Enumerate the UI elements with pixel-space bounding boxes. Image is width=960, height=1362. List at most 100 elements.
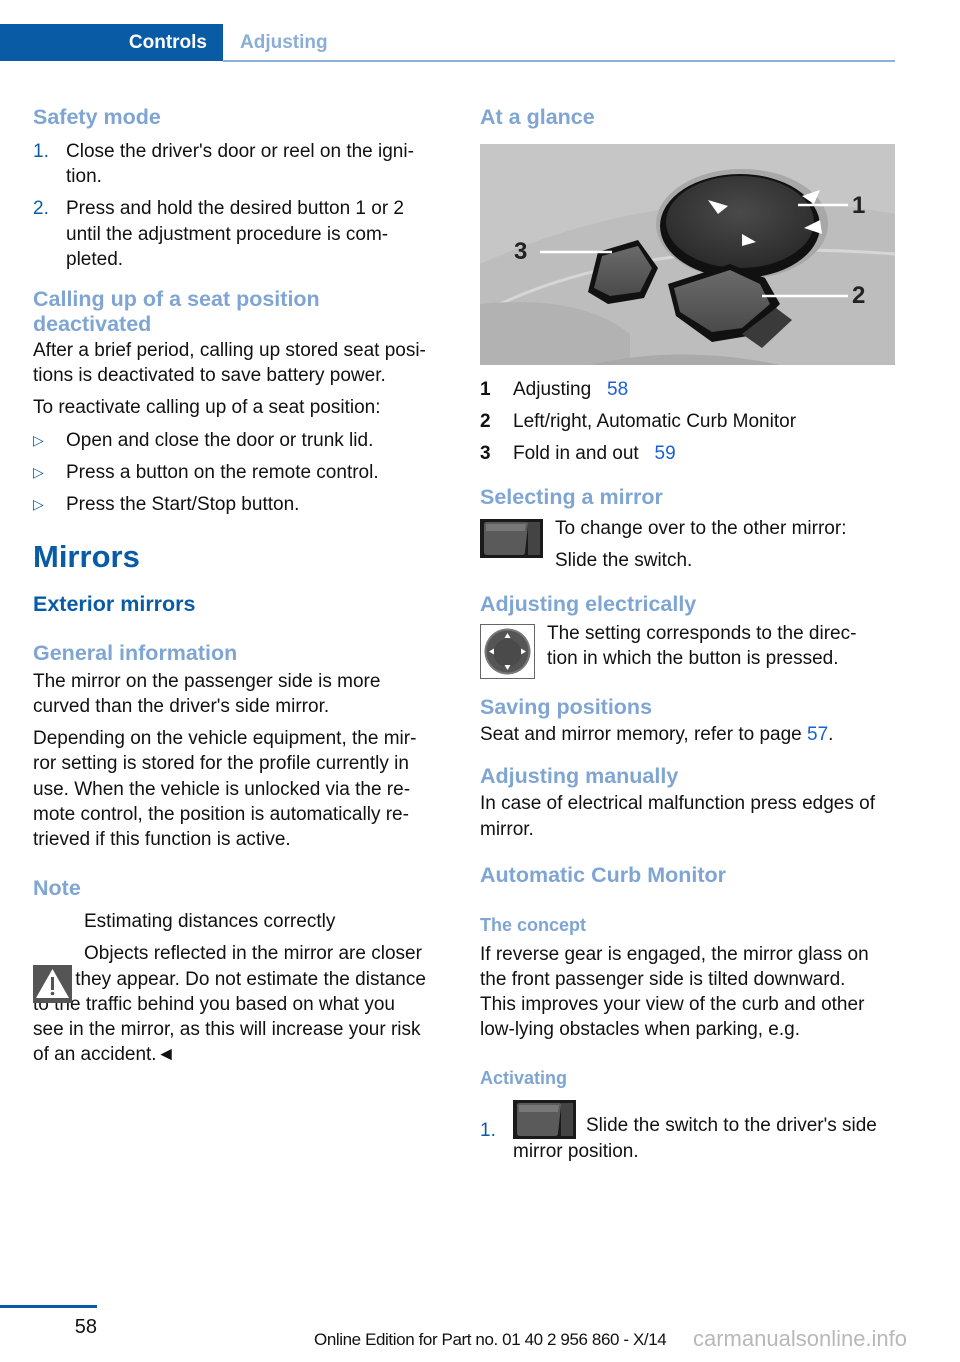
warning-title: Estimating distances correctly [84, 911, 336, 933]
right-column: At a glance 1 2 3 1 Adjusting 58 2 Left/… [480, 100, 895, 1164]
page-link[interactable]: 57 [807, 724, 828, 745]
text-line: ror setting is stored for the profile cu… [33, 753, 409, 775]
heading-the-concept: The concept [480, 914, 587, 935]
heading-selecting-mirror: Selecting a mirror [480, 485, 663, 510]
warning-heading: Estimating distances correctly Objects r… [33, 909, 448, 966]
text-line: This improves your view of the curb and … [480, 994, 865, 1016]
step-first-line: Slide the switch to the driver's side [513, 1099, 895, 1139]
text-line: The mirror on the passenger side is more [33, 670, 381, 692]
text-line: mote control, the position is automatica… [33, 803, 409, 825]
bullet-text: Press the Start/Stop button. [66, 493, 300, 515]
safety-steps: 1. Close the driver's door or reel on th… [33, 139, 448, 272]
text-line: Objects reflected in the mirror are clos… [84, 943, 422, 965]
paragraph: After a brief period, calling up stored … [33, 338, 448, 388]
step-text: tion. [66, 166, 102, 188]
legend-number: 2 [480, 411, 491, 432]
text-line: than they appear. Do not estimate the di… [33, 968, 426, 990]
warning-triangle-icon [33, 965, 72, 1003]
text-line: of an accident.◄ [33, 1044, 176, 1066]
callout-2: 2 [852, 282, 866, 309]
text-line: tions is deactivated to save battery pow… [33, 365, 386, 387]
text-line: the front passenger side is tilted downw… [480, 969, 846, 991]
triangle-bullet-icon: ▷ [33, 495, 44, 512]
page-link[interactable]: 58 [607, 379, 628, 400]
legend-row: 3 Fold in and out 59 [480, 441, 895, 466]
electrically-block: The setting corresponds to the direc- ti… [480, 621, 895, 681]
text-line: To change over to the other mirror: [555, 518, 847, 540]
text-line: In case of electrical malfunction press … [480, 793, 875, 815]
text-line: After a brief period, calling up stored … [33, 340, 426, 362]
heading-exterior-mirrors: Exterior mirrors [33, 591, 196, 616]
footer-rule [0, 1305, 97, 1308]
list-item: 2. Press and hold the desired button 1 o… [33, 196, 448, 272]
text-line: to the traffic behind you based on what … [33, 993, 395, 1015]
paragraph: If reverse gear is engaged, the mirror g… [480, 942, 895, 1043]
activating-step: 1. Slide the switch to the driver's side… [480, 1099, 895, 1164]
heading-mirrors: Mirrors [33, 538, 140, 574]
callout-1: 1 [852, 192, 866, 219]
step-number: 2. [33, 198, 49, 220]
step-text: pleted. [66, 248, 124, 270]
text-line: mirror. [480, 818, 534, 840]
step-text: Close the driver's door or reel on the i… [66, 141, 414, 162]
heading-note: Note [33, 876, 81, 901]
legend-number: 1 [480, 379, 491, 400]
text-line: trieved if this function is active. [33, 829, 291, 851]
heading-adjusting-manually: Adjusting manually [480, 764, 679, 789]
step-text: until the adjustment procedure is com- [66, 223, 389, 245]
left-column: Safety mode 1. Close the driver's door o… [33, 100, 448, 1067]
bullet-text: Press a button on the remote control. [66, 461, 379, 483]
legend-text: Fold in and out [513, 443, 639, 464]
paragraph: The mirror on the passenger side is more… [33, 669, 448, 719]
tab-controls[interactable]: Controls [0, 24, 207, 61]
step-number: 1. [33, 141, 49, 162]
heading-activating: Activating [480, 1067, 568, 1088]
heading-line: Calling up of a seat position [33, 287, 320, 312]
list-item: ▷ Press a button on the remote control. [33, 460, 448, 485]
selecting-block: To change over to the other mirror: Slid… [480, 516, 895, 576]
heading-at-a-glance: At a glance [480, 105, 595, 129]
list-item: ▷ Press the Start/Stop button. [33, 492, 448, 517]
list-item: 1. Close the driver's door or reel on th… [33, 139, 448, 189]
legend-number: 3 [480, 443, 491, 464]
triangle-bullet-icon: ▷ [33, 431, 44, 448]
heading-automatic-curb-monitor: Automatic Curb Monitor [480, 862, 727, 887]
heading-safety-mode: Safety mode [33, 105, 161, 129]
mirror-switch-icon [513, 1099, 576, 1139]
step-text: Press and hold the desired button 1 or 2 [66, 198, 405, 220]
paragraph: In case of electrical malfunction press … [480, 791, 895, 841]
text-line: use. When the vehicle is unlocked via th… [33, 778, 411, 800]
text-line: The setting corresponds to the direc- [547, 623, 857, 645]
list-item: ▷ Open and close the door or trunk lid. [33, 428, 448, 453]
paragraph: To reactivate calling up of a seat posit… [33, 397, 381, 419]
mirror-controls-diagram: 1 2 3 [480, 144, 895, 365]
text-line: see in the mirror, as this will increase… [33, 1019, 421, 1041]
page-link[interactable]: 59 [655, 443, 676, 464]
step-text: Slide the switch to the driver's side [586, 1115, 877, 1137]
heading-adjusting-electrically: Adjusting electrically [480, 592, 697, 617]
heading-saving-positions: Saving positions [480, 695, 653, 720]
legend-row: 1 Adjusting 58 [480, 377, 895, 402]
heading-deactivated: Calling up of a seat position deactivate… [33, 287, 448, 337]
text-line: If reverse gear is engaged, the mirror g… [480, 943, 869, 965]
heading-line: deactivated [33, 312, 152, 337]
warning-text: than they appear. Do not estimate the di… [33, 967, 448, 1068]
diagram-legend: 1 Adjusting 58 2 Left/right, Automatic C… [480, 377, 895, 466]
text-line: Slide the switch. [555, 550, 693, 572]
paragraph: Seat and mirror memory, refer to page 57… [480, 722, 895, 747]
page-number: 58 [74, 1316, 97, 1338]
step-number: 1. [480, 1119, 496, 1141]
text-line: tion in which the button is pressed. [547, 648, 839, 670]
text-line: curved than the driver's side mirror. [33, 696, 330, 718]
legend-text: Adjusting [513, 379, 592, 400]
bullet-text: Open and close the door or trunk lid. [66, 429, 374, 451]
step-text: mirror position. [513, 1140, 639, 1162]
text: Seat and mirror memory, refer to page [480, 724, 807, 746]
text-line: low-lying obstacles when parking, e.g. [480, 1019, 801, 1041]
heading-general-information: General information [33, 640, 238, 665]
text: . [828, 724, 834, 746]
tab-adjusting[interactable]: Adjusting [240, 24, 328, 61]
callout-3: 3 [514, 238, 528, 265]
triangle-bullet-icon: ▷ [33, 463, 44, 480]
direction-pad-icon [480, 624, 535, 684]
